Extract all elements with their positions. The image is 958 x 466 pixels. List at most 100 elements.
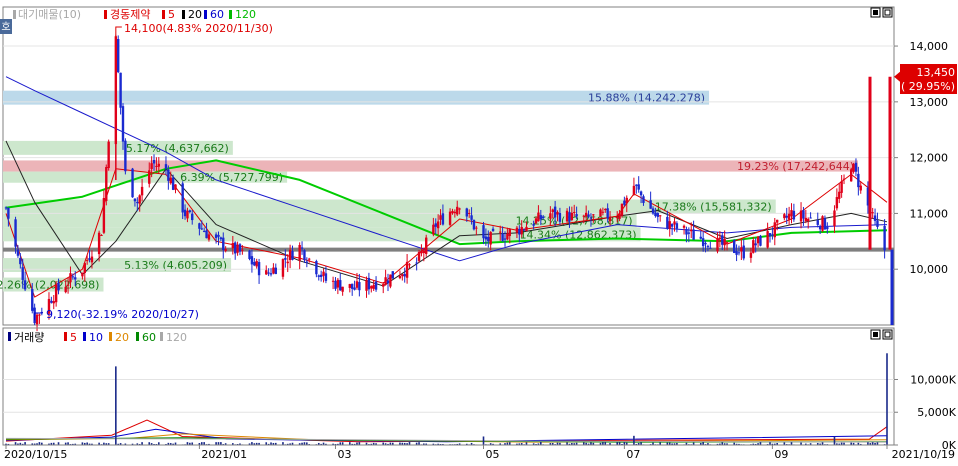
candle-body (692, 229, 695, 240)
candle-body (787, 213, 791, 220)
stock-chart-window: 15.88% (14,242,278) 19.23% (17,242,644) 5.… (0, 0, 958, 462)
candle-body (573, 211, 576, 213)
candle-body (539, 215, 543, 220)
candle-body (568, 212, 571, 222)
candle-body (709, 247, 712, 249)
legend-swatch-vol10 (83, 332, 86, 341)
candle-body (405, 261, 409, 278)
candle-body (117, 39, 120, 73)
legend-swatch-ma60 (204, 10, 207, 19)
candle-body (186, 210, 189, 219)
candle-body (38, 314, 41, 316)
chart-menu-glyph: 호 (1, 21, 10, 33)
candle-body (324, 273, 328, 281)
candle-body (651, 208, 655, 214)
candle-body (592, 214, 595, 216)
candle-body (398, 275, 402, 279)
candle-body (534, 218, 538, 224)
volume-maximize-icon[interactable] (882, 329, 893, 340)
candle-body (305, 261, 309, 263)
candle-body (224, 249, 227, 251)
candle-body (470, 215, 473, 220)
candle-body (582, 215, 585, 217)
candle-body (465, 208, 468, 217)
candle-body (200, 228, 203, 230)
candle-body (701, 238, 705, 247)
legend-swatch-vol20 (109, 332, 112, 341)
candle-body (138, 195, 141, 204)
legend-swatch-volume (8, 332, 11, 341)
candle-body (599, 209, 602, 217)
candle-body (272, 267, 275, 274)
candle-body (735, 251, 738, 255)
candle-body (88, 258, 91, 261)
legend-ma5-label: 5 (168, 8, 175, 21)
candle-body (522, 229, 526, 231)
candle-body (687, 232, 691, 234)
candle-body (725, 241, 729, 243)
candle-body (670, 224, 674, 227)
candle-body (181, 183, 184, 213)
low-annotation: 9,120(-32.19% 2020/10/27) (46, 308, 199, 321)
candle-body (823, 218, 827, 230)
price-tick-label: 13,000 (910, 96, 949, 109)
candle-body (140, 186, 144, 196)
candle-body (487, 236, 490, 242)
legend-supply-label: 대기매물(10) (18, 8, 81, 21)
candle-body (174, 184, 177, 190)
candle-body (50, 300, 53, 303)
candle-body (871, 212, 874, 214)
candle-body (4, 207, 8, 209)
candle-body (355, 281, 359, 288)
candle-body (532, 223, 535, 226)
candle-body (807, 218, 810, 222)
candle-body (124, 140, 127, 172)
candle-body (506, 233, 509, 240)
candle-body (835, 197, 839, 209)
price-tick-label: 10,000 (910, 263, 949, 276)
candle-body (472, 219, 476, 230)
maximize-icon[interactable] (882, 7, 893, 18)
candle-body (300, 247, 304, 249)
candle-body (198, 223, 201, 229)
candle-body (384, 277, 387, 285)
candle-body (155, 165, 158, 167)
volume-profile-label: 5.17% (4,637,662) (126, 142, 229, 155)
candle-body (809, 217, 812, 219)
candle-body (21, 267, 24, 280)
candle-body (64, 286, 67, 293)
candle-body (432, 224, 435, 235)
candle-body (484, 236, 488, 240)
candle-body (802, 210, 805, 219)
candle-body (785, 215, 788, 218)
candle-body (372, 284, 375, 289)
candle-body (420, 251, 423, 254)
candle-body (152, 159, 156, 164)
candle-body (350, 283, 354, 289)
legend-ma120-label: 120 (235, 8, 256, 21)
candle-body (589, 217, 593, 219)
candle-body (752, 240, 755, 253)
candle-body (783, 214, 786, 219)
candle-body (253, 261, 256, 266)
candle-body (649, 200, 652, 209)
candle-body (625, 197, 628, 204)
candle-body (66, 284, 70, 286)
candle-body (308, 258, 311, 260)
candle-body (668, 221, 671, 229)
candle-body (241, 249, 244, 251)
legend-volume-label: 거래량 (14, 331, 44, 344)
candle-body (7, 207, 10, 219)
candle-body (525, 226, 528, 232)
candle-body (425, 237, 428, 254)
candle-body (403, 273, 406, 277)
candle-body (214, 234, 218, 238)
legend-vol10-label: 10 (89, 331, 103, 344)
last-day-candle (868, 76, 872, 250)
candle-body (169, 177, 172, 184)
candle-body (131, 168, 134, 198)
legend-ma60-label: 60 (210, 8, 224, 21)
candle-body (575, 214, 578, 217)
candle-body (491, 228, 495, 232)
candle-body (857, 173, 860, 188)
